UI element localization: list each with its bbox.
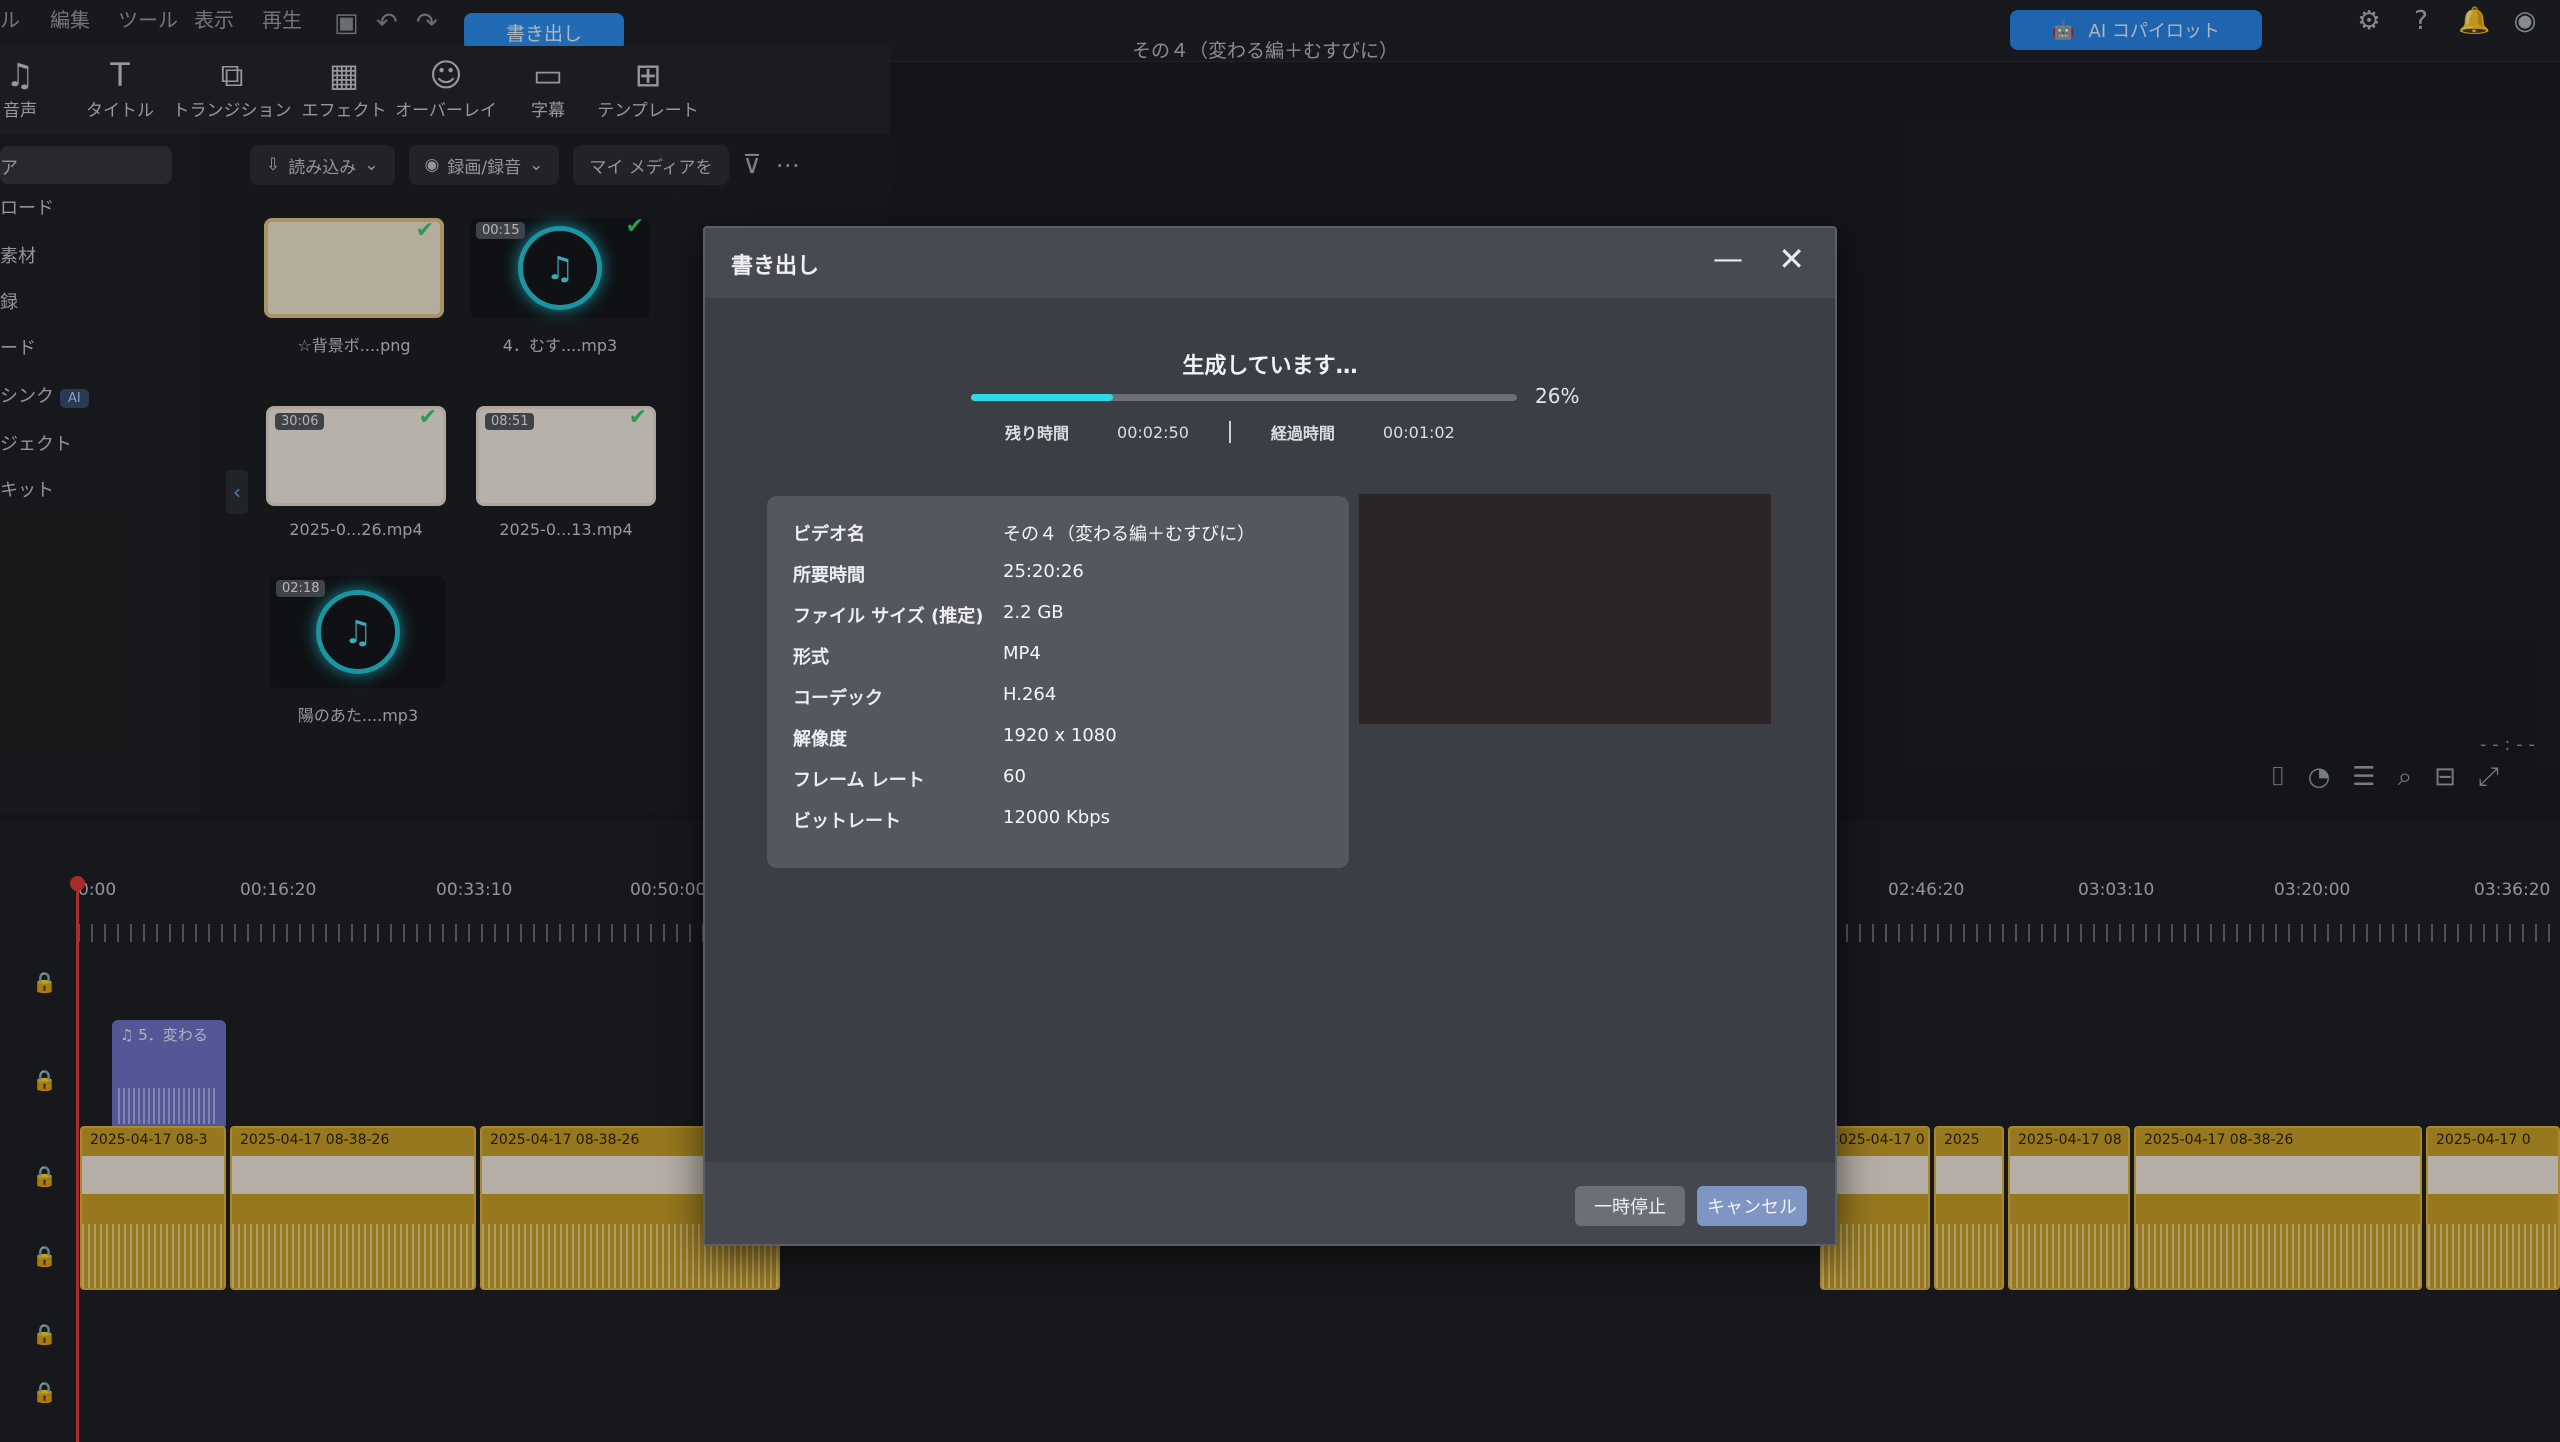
- dialog-header: 書き出し — ✕: [705, 228, 1835, 298]
- info-row-bitrate: ビットレート 12000 Kbps: [793, 807, 1110, 833]
- info-value: 12000 Kbps: [1003, 807, 1111, 828]
- elapsed-time-value: 00:01:02: [1382, 422, 1455, 442]
- info-value: 60: [1003, 766, 1026, 787]
- export-status: 生成しています…: [1182, 354, 1358, 379]
- info-key: ファイル サイズ (推定): [793, 606, 984, 627]
- elapsed-time-label: 経過時間: [1270, 424, 1335, 443]
- info-row-file-size: ファイル サイズ (推定) 2.2 GB: [793, 602, 1064, 628]
- info-key: ビデオ名: [793, 524, 865, 545]
- info-value: 25:20:26: [1003, 561, 1084, 582]
- info-row-resolution: 解像度 1920 x 1080: [793, 725, 1117, 751]
- export-preview-thumbnail: [1359, 494, 1771, 724]
- info-value: H.264: [1003, 684, 1057, 705]
- info-row-frame-rate: フレーム レート 60: [793, 766, 1026, 792]
- info-row-duration: 所要時間 25:20:26: [793, 561, 1084, 587]
- info-value: MP4: [1003, 643, 1041, 664]
- info-key: ビットレート: [793, 811, 901, 832]
- info-row-codec: コーデック H.264: [793, 684, 1056, 710]
- progress-percent: 26%: [1535, 384, 1580, 408]
- remaining-time-label: 残り時間: [1005, 424, 1070, 443]
- dialog-footer: 一時停止 キャンセル: [705, 1162, 1835, 1244]
- cancel-button[interactable]: キャンセル: [1697, 1186, 1807, 1226]
- minimize-icon[interactable]: —: [1713, 242, 1743, 277]
- info-key: フレーム レート: [793, 770, 925, 791]
- info-key: コーデック: [793, 688, 883, 709]
- time-divider: [1228, 421, 1231, 443]
- info-row-format: 形式 MP4: [793, 643, 1041, 669]
- info-value: 2.2 GB: [1003, 602, 1064, 623]
- export-progress-bar: [971, 394, 1517, 401]
- dialog-title: 書き出し: [731, 254, 820, 279]
- pause-button[interactable]: 一時停止: [1575, 1186, 1685, 1226]
- time-row: 残り時間 00:02:50 経過時間 00:01:02: [1005, 420, 1455, 444]
- info-value: その４（変わる編＋むすびに）: [1003, 524, 1255, 545]
- info-key: 形式: [793, 647, 829, 668]
- info-row-video-name: ビデオ名 その４（変わる編＋むすびに）: [793, 520, 1255, 546]
- info-value: 1920 x 1080: [1003, 725, 1117, 746]
- export-info-panel: ビデオ名 その４（変わる編＋むすびに） 所要時間 25:20:26 ファイル サイズ…: [767, 496, 1349, 868]
- export-dialog: 書き出し — ✕ 生成しています… 26% 残り時間 00:02:50 経過時間…: [703, 226, 1837, 1246]
- info-key: 所要時間: [793, 565, 865, 586]
- close-icon[interactable]: ✕: [1778, 240, 1805, 278]
- info-key: 解像度: [793, 729, 847, 750]
- remaining-time-value: 00:02:50: [1117, 422, 1189, 442]
- export-progress-fill: [971, 394, 1113, 401]
